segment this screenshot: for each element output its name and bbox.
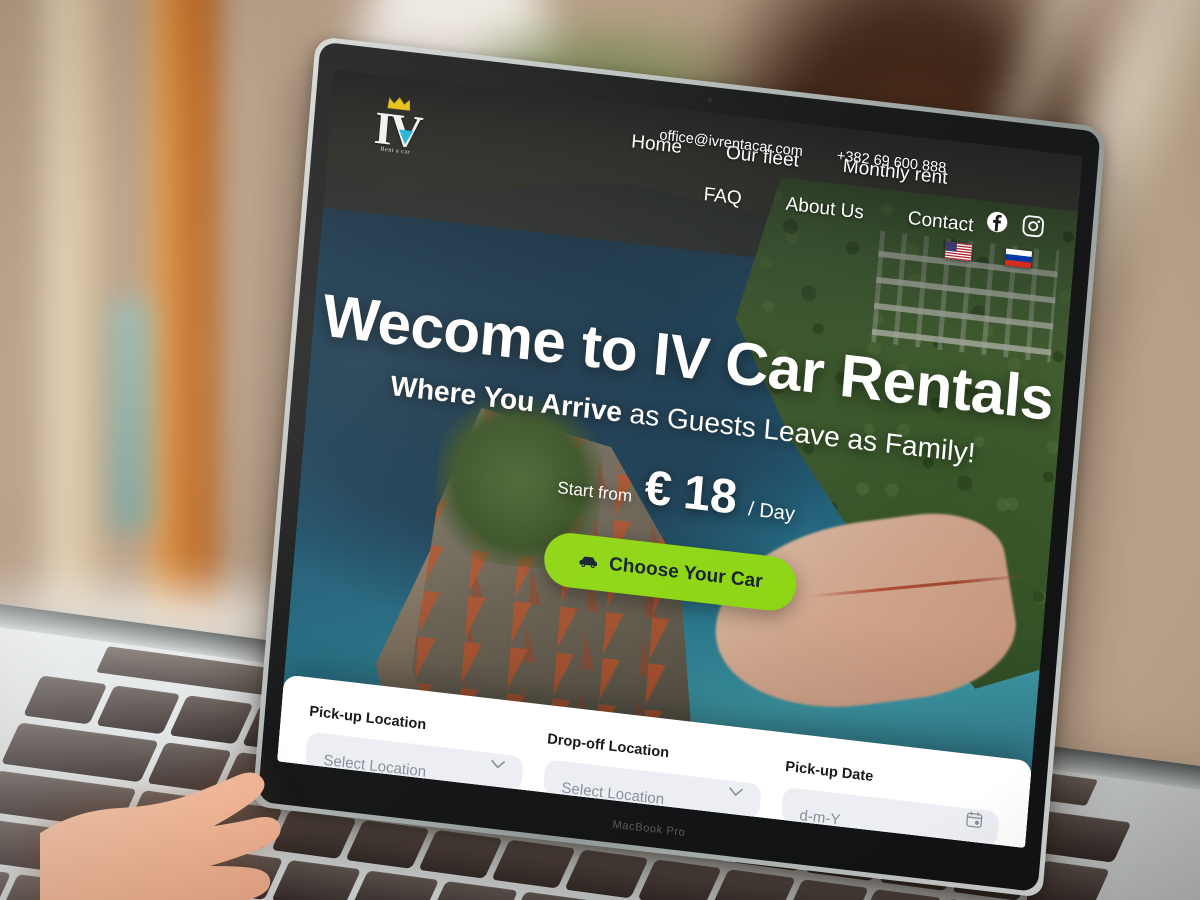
key — [418, 829, 503, 879]
key — [857, 888, 942, 900]
price-prefix: Start from — [556, 478, 633, 506]
nav-links-container: Home Our fleet Monthly rent FAQ About Us… — [476, 103, 1057, 269]
key — [427, 881, 518, 900]
laptop-screen-assembly: MacBook Pro IV Rent a car Home Our fleet… — [252, 36, 1107, 898]
key — [783, 878, 869, 900]
webcam — [707, 97, 713, 104]
pickup-date-placeholder: d-m-Y — [798, 806, 842, 829]
site-logo[interactable]: IV Rent a car — [361, 93, 433, 175]
price-currency: € — [642, 461, 674, 518]
field-pickup-date: Pick-up Date d-m-Y — [780, 759, 1002, 847]
key — [637, 859, 723, 900]
laptop-mockup: MacBook Pro IV Rent a car Home Our fleet… — [0, 0, 1200, 900]
nav-item-faq[interactable]: FAQ — [703, 184, 743, 210]
flag-ru[interactable] — [1004, 248, 1033, 269]
car-icon — [579, 556, 597, 569]
key — [710, 869, 796, 900]
logo-monogram: IV — [372, 102, 421, 158]
dropoff-location-placeholder: Select Location — [560, 779, 665, 809]
price-unit: / Day — [747, 498, 796, 526]
chevron-down-icon — [726, 781, 745, 801]
laptop-lid-inner: MacBook Pro IV Rent a car Home Our fleet… — [257, 41, 1101, 893]
key — [506, 891, 596, 900]
website-page: IV Rent a car Home Our fleet Monthly ren… — [276, 69, 1083, 849]
hand — [40, 772, 281, 900]
triangle-icon — [397, 129, 413, 146]
price-amount: 18 — [681, 465, 740, 525]
instagram-icon[interactable] — [1021, 214, 1045, 239]
flag-us[interactable] — [944, 241, 973, 262]
key — [491, 839, 576, 889]
facebook-icon[interactable] — [985, 210, 1009, 235]
laptop-lid: MacBook Pro IV Rent a car Home Our fleet… — [252, 36, 1107, 898]
key — [564, 849, 650, 899]
logo-monogram-text: IV — [372, 101, 422, 158]
chevron-down-icon — [488, 754, 507, 774]
nav-item-contact[interactable]: Contact — [907, 208, 974, 238]
field-dropoff-location: Drop-off Location Select Location — [542, 731, 764, 820]
calendar-icon[interactable] — [964, 809, 983, 829]
screen-bezel: IV Rent a car Home Our fleet Monthly ren… — [276, 69, 1083, 849]
nav-item-about-us[interactable]: About Us — [785, 194, 865, 225]
cta-label: Choose Your Car — [608, 553, 764, 593]
